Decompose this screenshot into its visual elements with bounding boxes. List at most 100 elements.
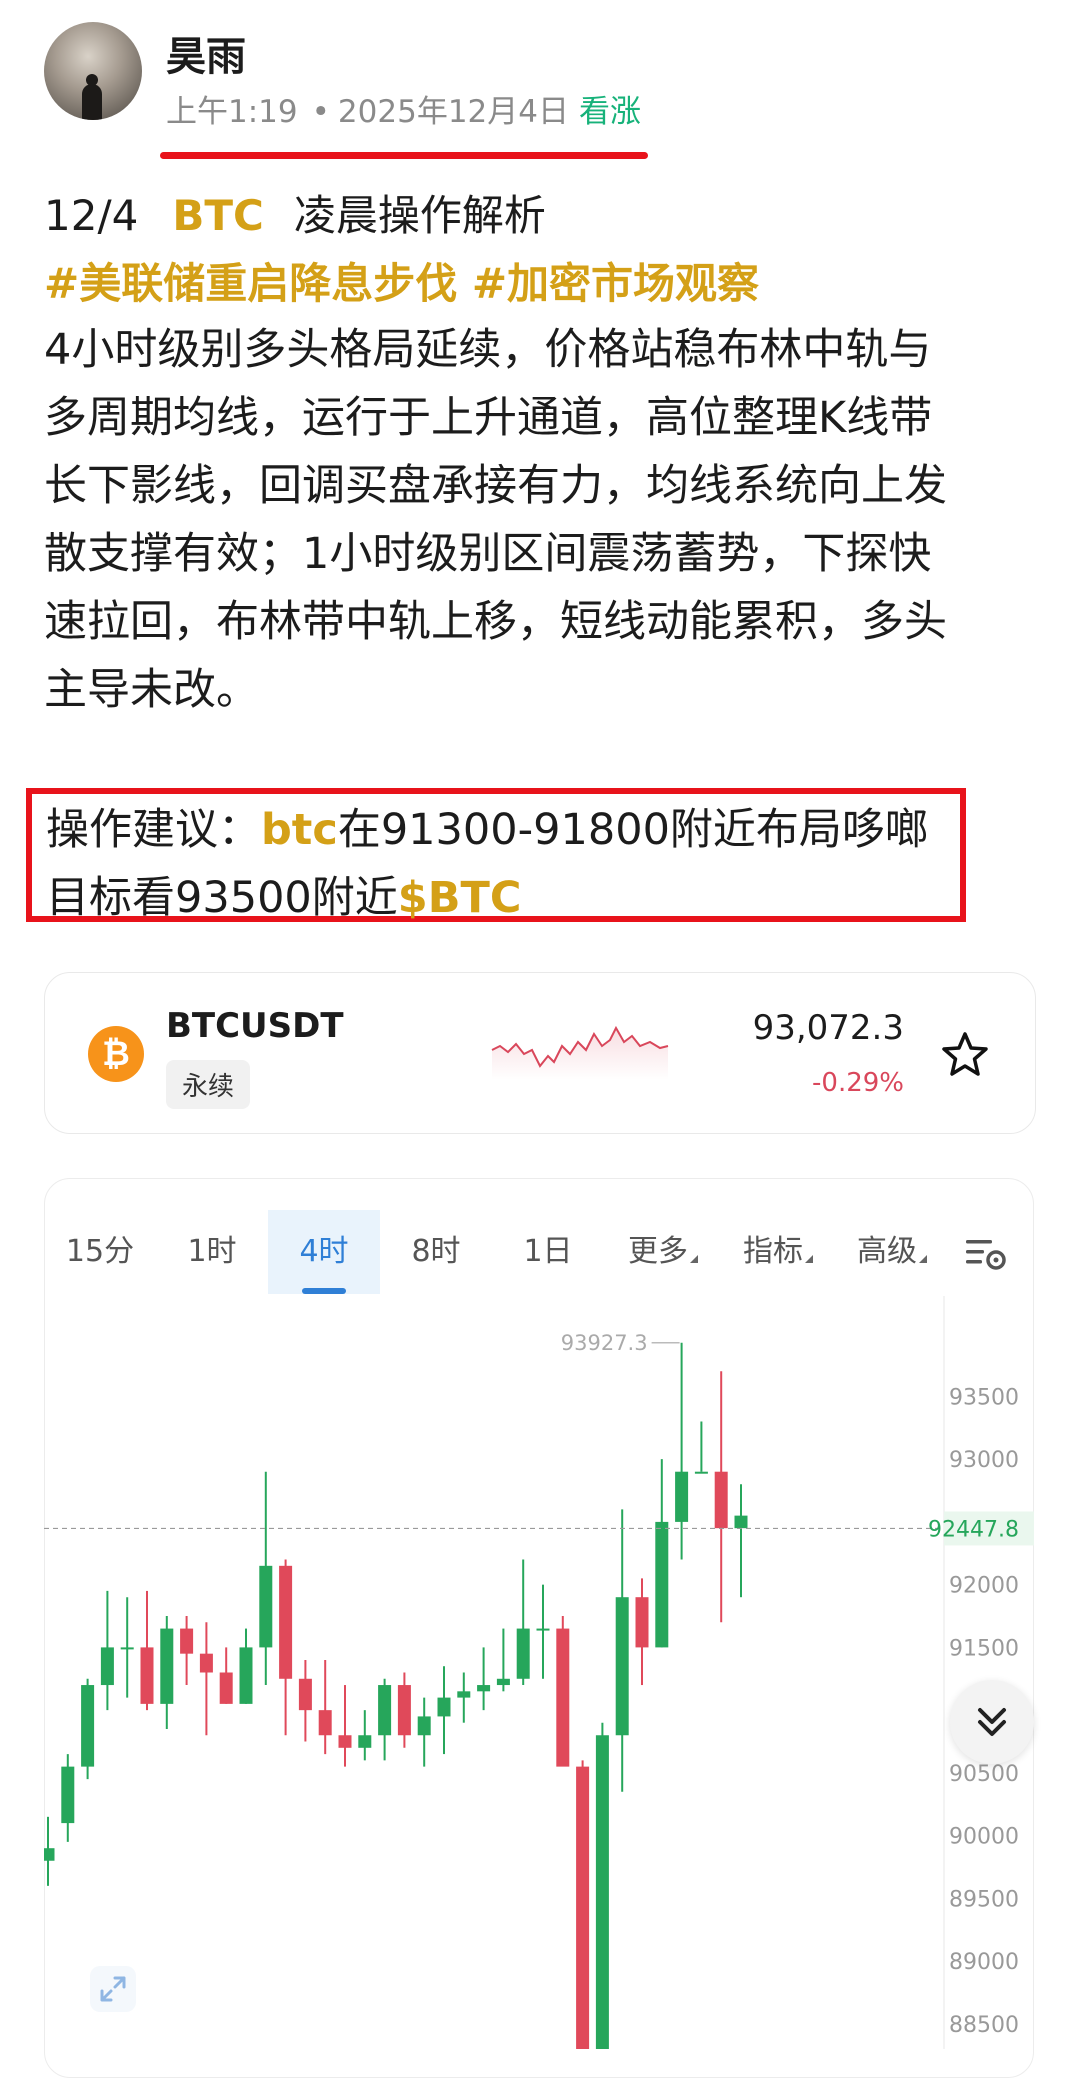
candle-body — [100, 1647, 114, 1686]
candle-body — [595, 1735, 609, 2049]
star-icon[interactable] — [940, 1030, 990, 1080]
candle-body — [81, 1685, 95, 1767]
post-date: 2025年12月4日 — [337, 94, 569, 130]
advice-symbol[interactable]: btc — [261, 805, 338, 855]
post-meta: 上午1:19 • 2025年12月4日 看涨 — [166, 86, 641, 131]
advice-range: 在91300-91800附近布局哆啷 — [337, 805, 928, 855]
advice-label: 操作建议： — [46, 805, 261, 855]
timeframe-tabs: 15分 1时 4时 8时 1日 更多 指标 高级 — [44, 1210, 1034, 1294]
body-line: 4小时级别多头格局延续，价格站稳布林中轨与 — [44, 325, 932, 375]
tab-more[interactable]: 更多 — [604, 1210, 722, 1294]
candle-body — [219, 1672, 233, 1704]
body-line: 散支撑有效；1小时级别区间震荡蓄势，下探快 — [44, 529, 932, 579]
avatar-figure — [82, 84, 102, 120]
tab-15m[interactable]: 15分 — [44, 1210, 156, 1294]
red-underline-annotation — [160, 152, 648, 159]
chart-settings-icon[interactable] — [966, 1236, 1008, 1272]
candle-body — [259, 1565, 273, 1648]
candle-body — [694, 1471, 708, 1474]
advice-target: 目标看93500附近 — [46, 873, 398, 923]
caret-icon — [919, 1255, 927, 1263]
candle-body — [556, 1628, 570, 1767]
hashtags[interactable]: #美联储重启降息步伐 #加密市场观察 — [44, 250, 759, 311]
candle-body — [397, 1685, 411, 1736]
author-name[interactable]: 昊雨 — [166, 24, 246, 82]
candle-body — [536, 1628, 550, 1631]
body-line: 主导未改。 — [44, 665, 259, 715]
body-line: 多周期均线，运行于上升通道，高位整理K线带 — [44, 393, 933, 443]
candle-body — [714, 1471, 728, 1529]
candle-body — [44, 1848, 55, 1861]
candle-body — [279, 1565, 293, 1679]
candle-body — [417, 1716, 431, 1736]
post-time: 上午1:19 — [166, 94, 298, 130]
candle-body — [338, 1735, 352, 1748]
post-headline: 12/4 BTC 凌晨操作解析 — [44, 182, 546, 243]
y-tick-label: 93500 — [949, 1385, 1019, 1410]
y-tick-label: 89000 — [949, 1950, 1019, 1975]
active-tab-indicator — [302, 1288, 346, 1294]
candle-body — [140, 1647, 154, 1704]
y-tick-label: 88500 — [949, 2013, 1019, 2038]
tab-1h[interactable]: 1时 — [156, 1210, 268, 1294]
candle-body — [358, 1735, 372, 1748]
candle-body — [635, 1597, 649, 1648]
tab-indicators[interactable]: 指标 — [722, 1210, 834, 1294]
tab-advanced-label: 高级 — [857, 1234, 917, 1269]
y-tick-label: 93000 — [949, 1448, 1019, 1473]
candle-body — [477, 1685, 491, 1692]
candle-body — [457, 1691, 471, 1698]
candle-body — [298, 1678, 312, 1711]
caret-icon — [690, 1255, 698, 1263]
headline-date: 12/4 — [44, 191, 139, 240]
tab-1d[interactable]: 1日 — [492, 1210, 604, 1294]
candle-body — [318, 1710, 332, 1736]
candle-body — [378, 1685, 392, 1736]
trade-advice: 操作建议：btc在91300-91800附近布局哆啷 目标看93500附近$BT… — [46, 796, 928, 932]
y-tick-label: 90500 — [949, 1762, 1019, 1787]
candlestick-chart[interactable]: 93500 93000 92000 91500 90500 90000 89500 89000… — [44, 1296, 1034, 2049]
high-price-label: 93927.3 — [561, 1331, 648, 1355]
y-tick-label: 91500 — [949, 1636, 1019, 1661]
tab-8h[interactable]: 8时 — [380, 1210, 492, 1294]
candle-body — [239, 1647, 253, 1704]
candle-body — [516, 1628, 530, 1679]
cashtag-btc[interactable]: $BTC — [398, 873, 522, 923]
y-tick-label: 90000 — [949, 1825, 1019, 1850]
bitcoin-logo-icon: ₿ — [88, 1026, 144, 1082]
expand-chart-button[interactable] — [90, 1966, 136, 2012]
tab-advanced[interactable]: 高级 — [834, 1210, 950, 1294]
advice-line-2: 目标看93500附近$BTC — [46, 864, 928, 932]
candle-body — [199, 1653, 213, 1673]
sentiment-tag[interactable]: 看涨 — [579, 94, 641, 130]
avatar[interactable] — [44, 22, 142, 120]
ticker-change: -0.29% — [812, 1068, 904, 1098]
last-price-label: 92447.8 — [928, 1517, 1019, 1542]
headline-symbol[interactable]: BTC — [172, 191, 264, 240]
ticker-symbol: BTCUSDT — [166, 1006, 344, 1046]
double-chevron-down-icon — [978, 1708, 1006, 1736]
y-tick-label: 89500 — [949, 1887, 1019, 1912]
candle-body — [437, 1697, 451, 1717]
tab-more-label: 更多 — [628, 1234, 688, 1269]
advice-line-1: 操作建议：btc在91300-91800附近布局哆啷 — [46, 796, 928, 864]
candle-body — [615, 1597, 629, 1736]
candle-body — [576, 1766, 590, 2049]
y-tick-label: 92000 — [949, 1574, 1019, 1599]
candle-body — [496, 1678, 510, 1686]
tab-indicators-label: 指标 — [743, 1234, 803, 1269]
candle-body — [160, 1628, 174, 1704]
expand-icon — [100, 1976, 126, 2002]
body-line: 速拉回，布林带中轨上移，短线动能累积，多头 — [44, 597, 947, 647]
scroll-down-button[interactable] — [950, 1680, 1034, 1764]
ticker-price: 93,072.3 — [752, 1008, 904, 1048]
caret-icon — [805, 1255, 813, 1263]
contract-type-badge: 永续 — [166, 1060, 251, 1109]
body-line: 长下影线，回调买盘承接有力，均线系统向上发 — [44, 461, 947, 511]
candle-body — [120, 1647, 134, 1650]
price-sparkline — [491, 1025, 669, 1080]
candle-body — [655, 1521, 669, 1648]
headline-title: 凌晨操作解析 — [293, 191, 546, 240]
tab-4h[interactable]: 4时 — [268, 1210, 380, 1294]
candle-body — [734, 1515, 748, 1529]
